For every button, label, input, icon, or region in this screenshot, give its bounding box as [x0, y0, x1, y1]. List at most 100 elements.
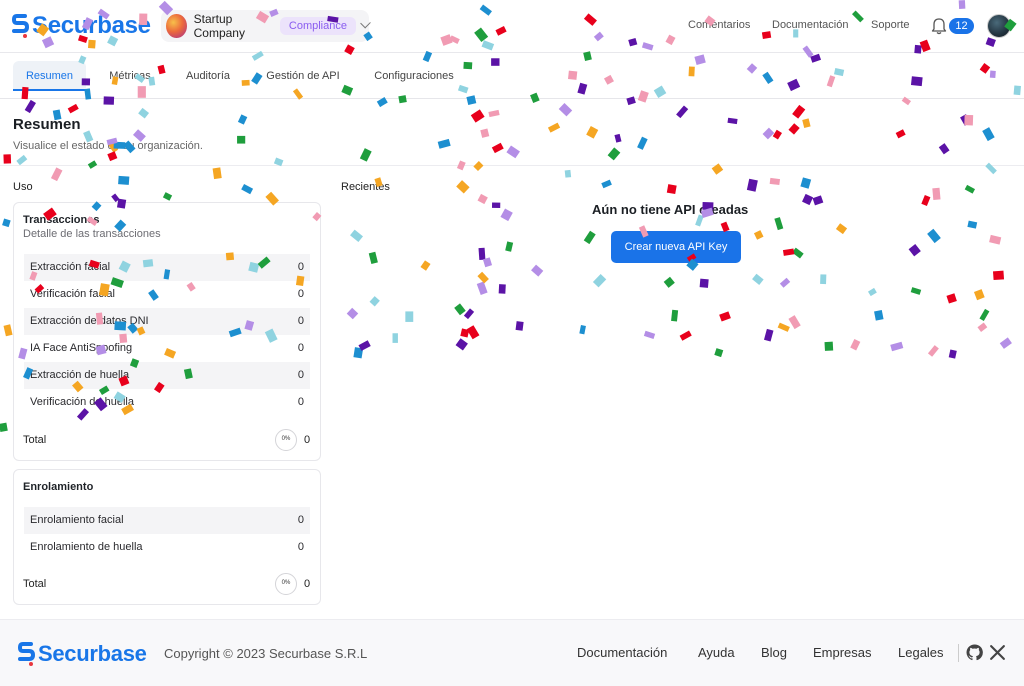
confetti-piece	[910, 287, 922, 295]
confetti-piece	[491, 142, 504, 154]
org-switcher[interactable]: Startup Company Compliance	[161, 10, 371, 42]
x-twitter-icon[interactable]	[989, 644, 1006, 661]
transactions-card: Transacciones Detalle de las transaccion…	[13, 202, 321, 461]
confetti-piece	[800, 177, 812, 189]
confetti-piece	[946, 293, 957, 304]
confetti-piece	[478, 247, 486, 261]
confetti-piece	[456, 180, 470, 194]
footer-link-legales[interactable]: Legales	[898, 645, 944, 660]
confetti-piece	[812, 195, 824, 206]
footer-divider	[958, 644, 959, 662]
org-plan-badge: Compliance	[279, 17, 356, 35]
confetti-piece	[792, 104, 806, 119]
footer-link-ayuda[interactable]: Ayuda	[698, 645, 735, 660]
confetti-piece	[3, 154, 12, 164]
footer-link-documentacion[interactable]: Documentación	[577, 645, 667, 660]
row-label: Enrolamiento facial	[30, 514, 124, 526]
table-row: Enrolamiento facial 0	[24, 507, 310, 534]
footer-brand-name: Securbase	[38, 641, 147, 666]
securbase-logo-icon	[12, 14, 29, 38]
confetti-piece	[368, 251, 378, 265]
confetti-piece	[369, 296, 380, 307]
confetti-piece	[964, 184, 976, 194]
confetti-piece	[241, 183, 254, 195]
confetti-piece	[762, 127, 775, 140]
confetti-piece	[788, 123, 800, 135]
table-row: Verificación de huella 0	[24, 389, 310, 416]
confetti-piece	[982, 127, 995, 142]
confetti-piece	[779, 277, 791, 288]
footer-link-blog[interactable]: Blog	[761, 645, 787, 660]
org-avatar	[166, 14, 187, 38]
confetti-piece	[948, 349, 957, 359]
row-label: Enrolamiento de huella	[30, 541, 143, 553]
confetti-piece	[643, 330, 656, 339]
confetti-piece	[118, 175, 130, 185]
confetti-piece	[558, 103, 573, 117]
confetti-piece	[938, 143, 950, 155]
brand-logo[interactable]: Securbase	[12, 12, 151, 40]
confetti-piece	[455, 338, 468, 351]
confetti-piece	[890, 341, 904, 352]
nav-soporte[interactable]: Soporte	[871, 19, 910, 31]
confetti-piece	[506, 145, 520, 159]
bell-icon[interactable]	[931, 17, 947, 35]
total-label: Total	[23, 578, 47, 590]
confetti-piece	[463, 308, 475, 320]
confetti-piece	[874, 310, 884, 321]
chevron-down-icon[interactable]	[360, 17, 371, 29]
confetti-piece	[460, 328, 470, 338]
tab-auditoria[interactable]: Auditoría	[177, 61, 239, 91]
tab-metricas[interactable]: Métricas	[99, 61, 161, 91]
confetti-piece	[932, 187, 941, 200]
confetti-piece	[777, 322, 790, 332]
confetti-piece	[547, 122, 561, 133]
confetti-piece	[515, 321, 524, 331]
confetti-piece	[482, 257, 493, 268]
footer-link-empresas[interactable]: Empresas	[813, 645, 872, 660]
create-api-key-button[interactable]: Crear nueva API Key	[611, 231, 741, 263]
divider	[0, 165, 1024, 166]
confetti-piece	[908, 244, 921, 257]
github-icon[interactable]	[966, 644, 983, 661]
notification-count-badge[interactable]: 12	[949, 18, 974, 34]
user-avatar[interactable]	[987, 14, 1011, 38]
footer-logo[interactable]: Securbase	[18, 641, 147, 667]
tab-gestion-api[interactable]: Gestión de API	[257, 61, 349, 91]
confetti-piece	[774, 217, 784, 231]
confetti-piece	[973, 289, 985, 301]
confetti-piece	[583, 230, 596, 245]
row-value: 0	[297, 396, 304, 408]
confetti-piece	[772, 129, 782, 140]
confetti-piece	[346, 307, 359, 320]
confetti-piece	[437, 138, 451, 149]
nav-documentacion[interactable]: Documentación	[772, 19, 848, 31]
enrollment-title: Enrolamiento	[23, 481, 94, 493]
nav-comentarios[interactable]: Comentarios	[688, 19, 750, 31]
row-value: 0	[297, 541, 304, 553]
confetti-piece	[792, 247, 804, 259]
confetti-piece	[359, 148, 372, 162]
confetti-piece	[107, 151, 118, 162]
confetti-piece	[67, 103, 79, 114]
confetti-piece	[488, 109, 500, 118]
total-percent-ring: 0%	[275, 429, 297, 451]
recent-section-label: Recientes	[341, 181, 390, 193]
confetti-piece	[614, 133, 622, 143]
tab-resumen[interactable]: Resumen	[13, 61, 86, 91]
confetti-piece	[867, 287, 877, 297]
confetti-piece	[477, 271, 489, 284]
row-label: Verificación facial	[30, 288, 115, 300]
confetti-piece	[601, 179, 612, 189]
confetti-piece	[586, 125, 599, 139]
confetti-piece	[835, 223, 848, 235]
copyright-text: Copyright © 2023 Securbase S.R.L	[164, 646, 368, 661]
confetti-piece	[989, 234, 1002, 245]
confetti-piece	[16, 154, 28, 166]
tab-configuraciones[interactable]: Configuraciones	[366, 61, 462, 91]
total-value: 0	[304, 434, 311, 446]
row-value: 0	[297, 315, 304, 327]
confetti-piece	[992, 270, 1005, 281]
table-row: IA Face AntiSpoofing 0	[24, 335, 310, 362]
row-label: Extracción de datos DNI	[30, 315, 149, 327]
